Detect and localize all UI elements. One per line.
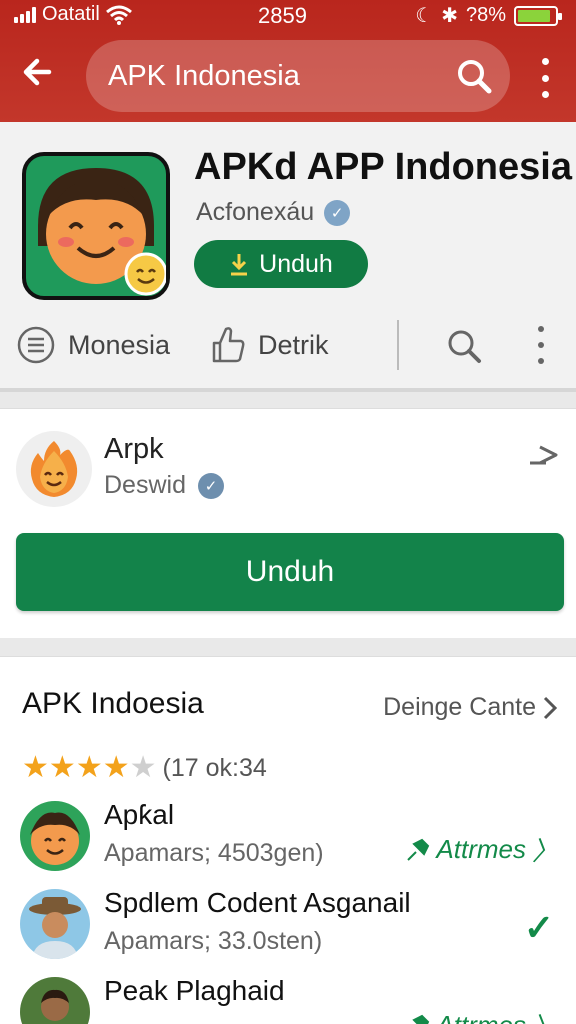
more-options-icon[interactable] [534,326,548,364]
download-button-label: Unduh [245,555,335,588]
battery-icon [514,5,562,26]
app-icon [22,152,170,300]
search-bar[interactable]: APK Indonesia [86,40,510,112]
tab-monesia[interactable]: Monesia [16,320,170,370]
featured-title: Arpk [104,433,164,465]
app-action-tabs: Monesia Detrik [0,320,576,370]
app-header-card: APKd APP Indonesia Acfonexáu ✓ Unduh Mon… [0,122,576,392]
chevron-right-icon: 〉 [531,836,558,866]
tab-divider [397,320,399,370]
app-list-section: APK Indoesia Deinge Cante ★★★★★ (17 ok:3… [0,656,576,1024]
list-item-action[interactable]: Attrmes 〉 [406,1007,558,1024]
tab-label: Detrik [258,329,329,360]
list-item-action[interactable]: Attrmes 〉 [406,831,558,868]
download-button-label: Unduh [259,249,333,278]
app-bar: Oatatil 2859 ☾ ✱ ?8% APK Indonesia [0,0,576,122]
rating-row: ★★★★★ (17 ok:34 [22,753,267,784]
divider [0,388,576,392]
tab-detrik[interactable]: Detrik [210,320,329,370]
carrier-label: Oatatil [42,3,100,25]
thumbs-up-icon [212,327,245,363]
battery-percent: ?8% [465,4,506,26]
star-filled-icon: ★ [48,751,76,784]
section-link-label[interactable]: Deinge Cante [383,693,536,722]
wifi-icon [105,5,132,25]
search-input[interactable]: APK Indonesia [108,60,300,93]
star-filled-icon: ★ [22,751,49,784]
featured-subtitle: Deswid ✓ [104,471,224,500]
star-rating: ★★★★★ [22,753,157,784]
app-developer[interactable]: Acfonexáu ✓ [196,198,351,227]
download-icon [231,254,248,276]
section-see-more-link[interactable]: Deinge Cante [383,693,558,722]
search-icon[interactable] [444,326,484,366]
avatar [20,977,90,1024]
list-item-name: Apƙal [104,799,175,830]
verified-badge-icon: ✓ [324,199,351,226]
app-title: APKd APP Indonesia [194,146,572,188]
status-bar: Oatatil 2859 ☾ ✱ ?8% [0,0,576,32]
list-item-name: Peak Plaghaid [104,975,285,1006]
avatar [20,889,90,959]
battery-fill [518,9,550,22]
tab-label: Monesia [68,329,171,360]
download-button-large[interactable]: Unduh [16,533,564,611]
star-filled-icon: ★ [75,751,103,784]
pin-icon [412,1014,430,1024]
download-button[interactable]: Unduh [194,240,368,288]
alarm-icon: ☾ [415,5,434,27]
bluetooth-icon: ✱ [441,5,458,27]
list-item-meta: Apamars; 33.0sten) [104,927,323,955]
featured-subtitle-text: Deswid [104,471,186,499]
star-empty-icon: ★ [129,751,157,784]
chevron-right-icon: 〉 [532,1007,558,1024]
verified-badge-icon: ✓ [197,472,224,499]
list-item-action-label: Attrmes [436,834,526,864]
flame-avatar-icon [16,431,92,507]
check-icon: ✓ [523,907,554,948]
list-item[interactable]: Apƙal Apamars; 4503gen) Attrmes 〉 [0,797,576,883]
featured-app-card: Arpk Deswid ✓ Unduh [0,408,576,638]
pin-icon [407,838,430,861]
overflow-menu-icon[interactable] [528,54,562,102]
toolbar: APK Indonesia [0,34,576,120]
list-item-action-label: Attrmes [436,1010,526,1024]
star-filled-icon: ★ [102,751,130,784]
search-icon[interactable] [454,56,494,96]
share-arrow-icon[interactable] [526,437,560,471]
list-icon [17,326,55,364]
list-item[interactable]: Spdlem Codent Asganail Apamars; 33.0sten… [0,885,576,971]
status-clock: 2859 [258,3,307,28]
rating-count: (17 ok:34 [162,754,267,782]
signal-icon [14,6,36,23]
developer-name[interactable]: Acfonexáu [196,198,314,227]
back-arrow-icon[interactable] [14,52,64,102]
list-item-name: Spdlem Codent Asganail [104,887,411,918]
chevron-right-icon [543,696,558,719]
section-title: APK Indoesia [22,687,204,720]
list-item[interactable]: Peak Plaghaid Attrmes 〉 [0,973,576,1024]
list-item-meta: Apamars; 4503gen) [104,839,324,867]
avatar [20,801,90,871]
